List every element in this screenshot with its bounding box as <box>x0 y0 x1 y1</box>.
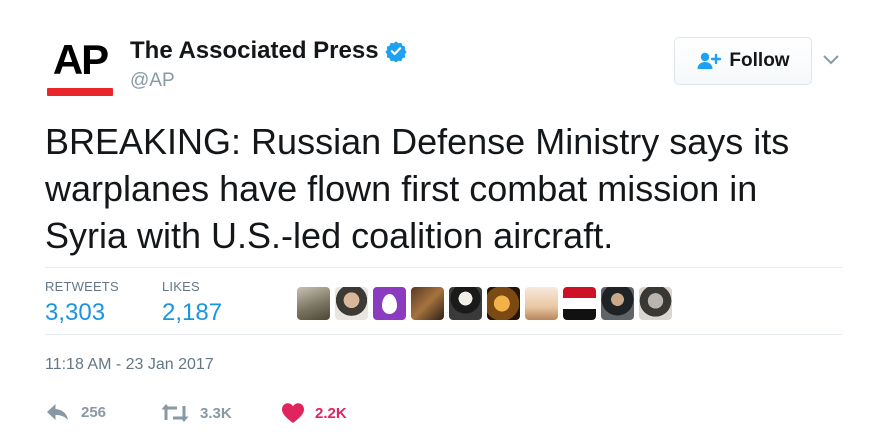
heart-icon <box>282 403 304 423</box>
like-action[interactable]: 2.2K <box>281 402 347 424</box>
liker-avatar[interactable] <box>601 287 634 320</box>
verified-badge-icon <box>384 41 407 62</box>
tweet-text: BREAKING: Russian Defense Ministry says … <box>45 121 790 256</box>
follow-label: Follow <box>729 50 790 71</box>
reply-count: 256 <box>81 403 107 421</box>
chevron-down-icon[interactable] <box>822 54 840 66</box>
logo-text: AP <box>52 36 109 83</box>
follow-person-plus-icon <box>697 52 722 69</box>
likes-stat[interactable]: LIKES 2,187 <box>162 279 222 327</box>
divider-top <box>45 267 842 268</box>
liker-avatar[interactable] <box>335 287 368 320</box>
reply-action[interactable]: 256 <box>45 402 106 422</box>
liker-avatar[interactable] <box>639 287 672 320</box>
account-name-line: The Associated Press <box>130 36 407 66</box>
liker-avatar[interactable] <box>373 287 406 320</box>
liker-avatar[interactable] <box>449 287 482 320</box>
liker-avatar[interactable] <box>525 287 558 320</box>
retweet-icon <box>161 404 189 422</box>
liker-avatar[interactable] <box>411 287 444 320</box>
liker-avatar[interactable] <box>563 287 596 320</box>
retweet-action[interactable]: 3.3K <box>160 402 232 424</box>
retweet-count: 3.3K <box>200 404 232 422</box>
liker-avatar[interactable] <box>487 287 520 320</box>
logo-red-bar <box>47 88 113 96</box>
likes-value: 2,187 <box>162 299 223 326</box>
divider-bottom <box>45 334 842 335</box>
liker-avatar[interactable] <box>297 287 330 320</box>
follow-button[interactable]: Follow <box>674 37 812 85</box>
like-count: 2.2K <box>315 404 347 422</box>
account-handle[interactable]: @AP <box>130 70 175 92</box>
tweet-timestamp[interactable]: 11:18 AM - 23 Jan 2017 <box>45 356 214 374</box>
liker-avatars <box>297 287 672 320</box>
display-name[interactable]: The Associated Press <box>130 37 379 65</box>
retweets-value: 3,303 <box>45 299 106 326</box>
ap-logo[interactable]: AP <box>45 38 115 98</box>
retweets-label: RETWEETS <box>45 279 119 294</box>
likes-label: LIKES <box>162 279 200 294</box>
reply-icon <box>47 404 68 420</box>
retweets-stat[interactable]: RETWEETS 3,303 <box>45 279 119 327</box>
